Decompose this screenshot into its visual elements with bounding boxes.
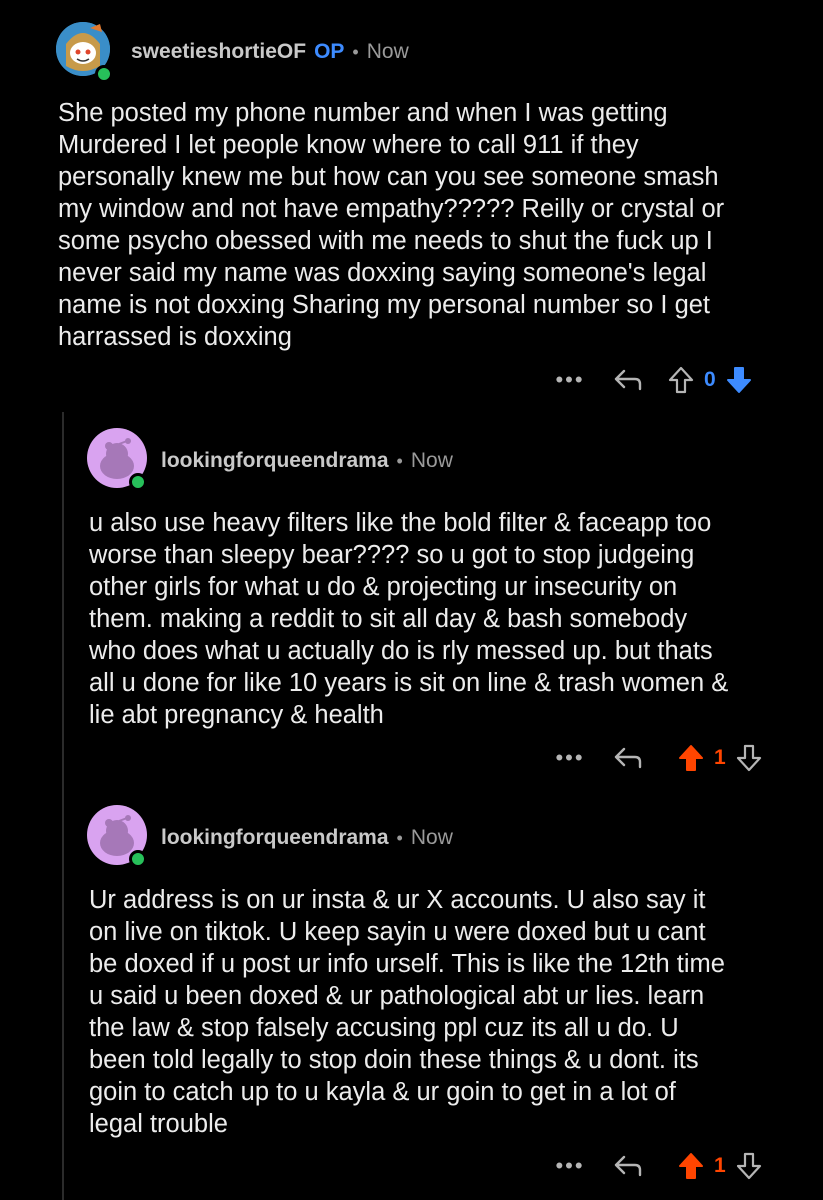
online-status-indicator: [129, 473, 147, 491]
upvote-button[interactable]: [674, 743, 708, 773]
vote-count: 1: [714, 1154, 726, 1177]
username[interactable]: lookingforqueendrama: [161, 826, 389, 850]
downvote-button[interactable]: [732, 1151, 766, 1181]
downvote-button[interactable]: [732, 743, 766, 773]
comment-text: Ur address is on ur insta & ur X account…: [89, 886, 725, 1138]
upvote-button[interactable]: [664, 365, 698, 395]
upvote-icon: [668, 366, 694, 394]
more-options-button[interactable]: •••: [550, 367, 590, 393]
comment-actions: ••• 1: [550, 1148, 766, 1184]
upvote-icon: [679, 745, 703, 771]
online-status-indicator: [129, 850, 147, 868]
comment-header: sweetieshortieOF OP • Now: [131, 38, 409, 66]
comment-text: She posted my phone number and when I wa…: [58, 99, 725, 351]
online-status-indicator: [95, 65, 113, 83]
separator: •: [396, 827, 403, 848]
reply-icon: [614, 369, 642, 391]
reply-icon: [614, 747, 642, 769]
downvote-icon: [726, 367, 751, 393]
timestamp: Now: [366, 40, 409, 63]
username[interactable]: lookingforqueendrama: [161, 449, 389, 473]
reply-button[interactable]: [606, 745, 650, 771]
comment-actions: ••• 0: [550, 362, 756, 398]
downvote-icon: [736, 744, 761, 772]
op-badge: OP: [314, 40, 345, 63]
thread-line[interactable]: [62, 412, 64, 1200]
downvote-icon: [736, 1152, 761, 1180]
comment-header: lookingforqueendrama • Now: [161, 824, 453, 852]
username[interactable]: sweetieshortieOF: [131, 40, 306, 64]
comment-text: u also use heavy filters like the bold f…: [89, 509, 729, 729]
separator: •: [396, 450, 403, 471]
reply-button[interactable]: [606, 367, 650, 393]
more-options-button[interactable]: •••: [550, 1153, 590, 1179]
upvote-button[interactable]: [674, 1151, 708, 1181]
timestamp: Now: [410, 826, 453, 849]
comment-actions: ••• 1: [550, 740, 766, 776]
upvote-icon: [679, 1153, 703, 1179]
more-options-button[interactable]: •••: [550, 745, 590, 771]
reply-icon: [614, 1155, 642, 1177]
separator: •: [352, 41, 359, 62]
comment-header: lookingforqueendrama • Now: [161, 447, 453, 475]
vote-count: 0: [704, 368, 716, 391]
reply-button[interactable]: [606, 1153, 650, 1179]
vote-count: 1: [714, 746, 726, 769]
timestamp: Now: [410, 449, 453, 472]
downvote-button[interactable]: [722, 365, 756, 395]
